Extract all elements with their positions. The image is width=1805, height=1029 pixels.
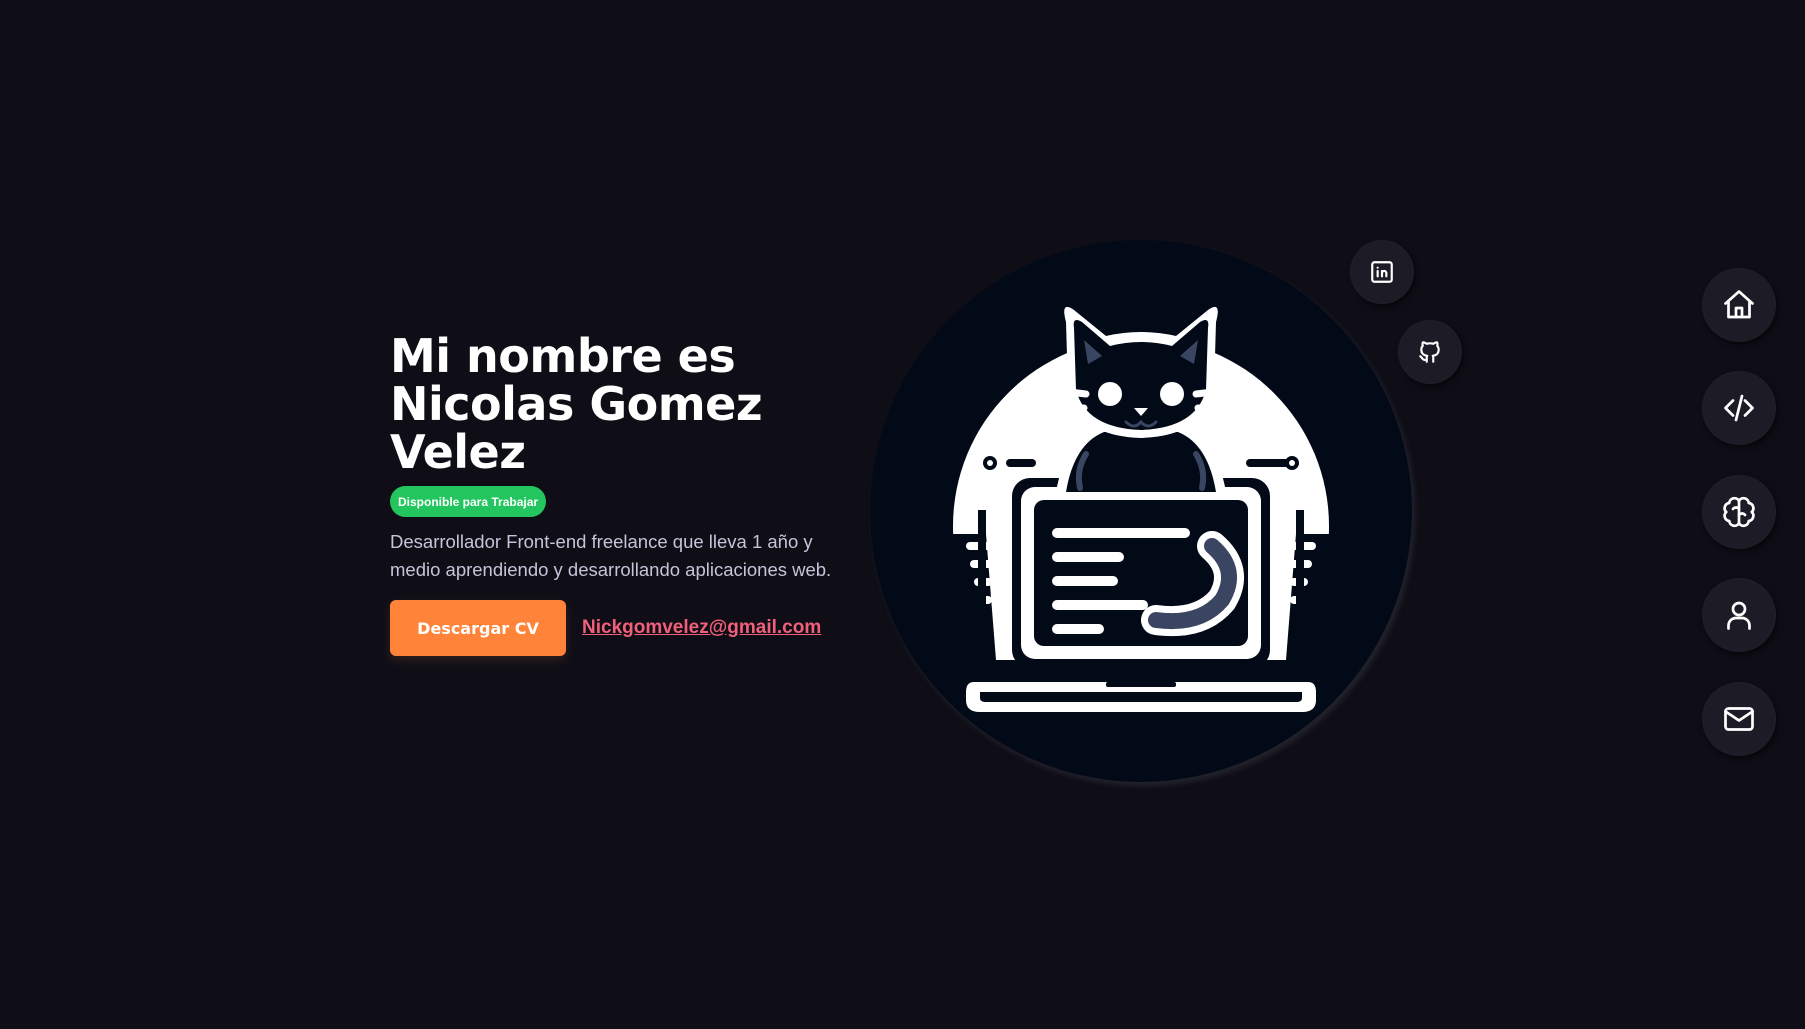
github-icon [1419,341,1440,363]
linkedin-button[interactable] [1350,240,1414,304]
user-icon [1727,601,1751,630]
page-title: Mi nombre es Nicolas Gomez Velez [390,329,763,479]
github-button[interactable] [1398,320,1462,384]
nav-home-button[interactable] [1702,268,1776,342]
cat-laptop-illustration [953,306,1329,712]
linkedin-icon [1371,261,1393,283]
download-cv-button[interactable]: Descargar CV [390,600,566,656]
hero-description: Desarrollador Front-end freelance que ll… [390,531,832,580]
page: Mi nombre es Nicolas Gomez Velez Disponi… [0,0,1805,1029]
brain-icon [1723,496,1755,528]
nav-contact-button[interactable] [1702,682,1776,756]
status-badge: Disponible para Trabajar [390,486,547,517]
email-link[interactable]: Nickgomvelez@gmail.com [582,617,821,639]
code-icon [1724,394,1754,422]
mail-icon [1724,707,1754,731]
nav-skills-button[interactable] [1702,475,1776,549]
avatar [870,240,1412,782]
home-icon [1724,290,1754,319]
nav-projects-button[interactable] [1702,371,1776,445]
nav-about-button[interactable] [1702,578,1776,652]
hero-actions: Descargar CV Nickgomvelez@gmail.com [390,600,830,656]
hero-section: Mi nombre es Nicolas Gomez Velez Disponi… [390,329,831,656]
